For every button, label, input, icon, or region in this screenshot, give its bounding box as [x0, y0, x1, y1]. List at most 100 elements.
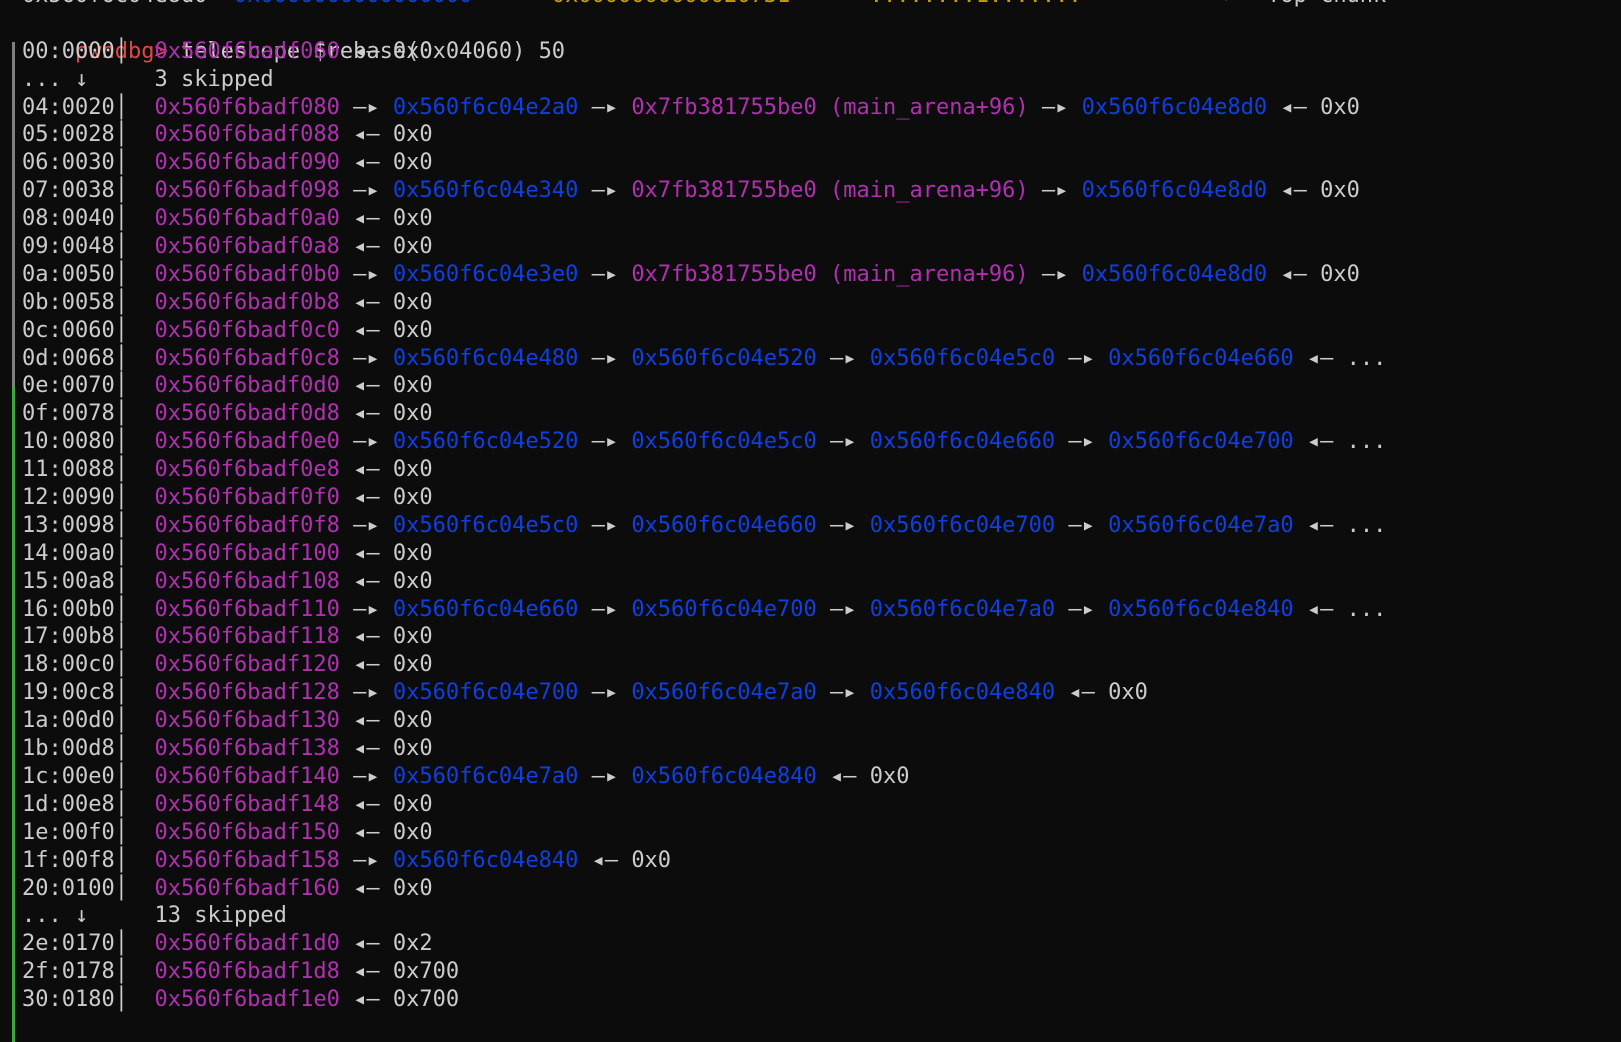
row-separator: │ [114, 150, 128, 176]
row-text: 3 skipped [154, 66, 274, 92]
row-text: 0x0 [392, 150, 433, 176]
row-text: ◂— [339, 568, 393, 594]
row-text: —▸ [339, 512, 393, 538]
row-address: 0x7fb381755be0 (main_arena+96) [631, 178, 1029, 204]
row-address: 0x560f6badf118 [154, 624, 340, 650]
telescope-row: 19:00c8│ 0x560f6badf128 —▸ 0x560f6c04e70… [22, 679, 1621, 707]
row-separator: │ [114, 457, 128, 483]
row-address: 0x560f6c04e840 [1108, 596, 1294, 622]
row-text: —▸ [339, 763, 393, 789]
header-segment [790, 0, 869, 8]
row-separator: │ [114, 234, 128, 260]
row-text: 0x0 [392, 624, 433, 650]
row-text: 0x2 [392, 931, 433, 957]
row-text: 0x0 [392, 540, 433, 566]
row-text: ◂— [339, 959, 393, 985]
row-address: 0x560f6c04e840 [631, 763, 817, 789]
row-separator: │ [114, 875, 128, 901]
row-text: —▸ [1028, 261, 1082, 287]
telescope-row: 05:0028│ 0x560f6badf088 ◂— 0x0 [22, 121, 1621, 149]
telescope-row: 1f:00f8│ 0x560f6badf158 —▸ 0x560f6c04e84… [22, 847, 1621, 875]
row-address: 0x560f6c04e520 [631, 345, 817, 371]
row-text: —▸ [578, 261, 632, 287]
telescope-row: 10:0080│ 0x560f6badf0e0 —▸ 0x560f6c04e52… [22, 428, 1621, 456]
row-offset: 12:0090 [22, 485, 115, 511]
row-text: ◂— [339, 38, 393, 64]
row-separator: │ [114, 345, 128, 371]
row-separator: │ [114, 401, 128, 427]
row-offset: 0a:0050 [22, 261, 115, 287]
row-text: ... [1346, 429, 1387, 455]
row-address: 0x560f6c04e700 [869, 512, 1056, 538]
terminal-output[interactable]: 0x560f6c04e8d0 0x0000000000000000 0x0000… [12, 0, 1621, 1042]
row-offset: 13:0098 [22, 512, 115, 538]
row-address: 0x560f6badf1d8 [154, 959, 340, 985]
row-text: —▸ [816, 345, 870, 371]
row-address: 0x7fb381755be0 (main_arena+96) [631, 94, 1029, 120]
row-text: —▸ [339, 596, 393, 622]
row-offset: 11:0088 [22, 457, 115, 483]
row-text: —▸ [1055, 512, 1109, 538]
row-text: ◂— [339, 485, 393, 511]
telescope-row: 0e:0070│ 0x560f6badf0d0 ◂— 0x0 [22, 372, 1621, 400]
row-separator: │ [114, 763, 128, 789]
row-text: —▸ [578, 178, 632, 204]
telescope-row: 11:0088│ 0x560f6badf0e8 ◂— 0x0 [22, 456, 1621, 484]
row-offset: 0d:0068 [22, 345, 115, 371]
row-text: ◂— [339, 875, 393, 901]
row-text: —▸ [578, 94, 632, 120]
row-offset: 1f:00f8 [22, 847, 115, 873]
row-separator: │ [114, 568, 128, 594]
header-segment: ........1....... [870, 0, 1082, 8]
row-text: 0x0 [1320, 94, 1360, 120]
row-address: 0x560f6badf0f8 [154, 512, 340, 538]
row-text: —▸ [578, 680, 632, 706]
row-address: 0x560f6c04e660 [1108, 345, 1294, 371]
telescope-row: 1b:00d8│ 0x560f6badf138 ◂— 0x0 [22, 735, 1621, 763]
row-address: 0x560f6badf0a8 [154, 234, 340, 260]
row-offset: 17:00b8 [22, 624, 115, 650]
row-address: 0x560f6badf0e0 [154, 429, 340, 455]
row-text: 0x0 [392, 289, 433, 315]
row-offset: 07:0038 [22, 178, 115, 204]
header-segment: 0x0000000000020731 [552, 0, 790, 8]
row-address: 0x560f6c04e2a0 [392, 94, 579, 120]
row-offset: 18:00c0 [22, 652, 115, 678]
telescope-row: 1c:00e0│ 0x560f6badf140 —▸ 0x560f6c04e7a… [22, 763, 1621, 791]
row-address: 0x560f6badf0d0 [154, 373, 340, 399]
row-address: 0x560f6badf1d0 [154, 931, 340, 957]
row-address: 0x560f6badf100 [154, 540, 340, 566]
telescope-row: 15:00a8│ 0x560f6badf108 ◂— 0x0 [22, 568, 1621, 596]
row-address: 0x560f6badf088 [154, 122, 340, 148]
telescope-row: 16:00b0│ 0x560f6badf110 —▸ 0x560f6c04e66… [22, 596, 1621, 624]
row-separator: │ [114, 791, 128, 817]
row-address: 0x560f6badf1e0 [154, 987, 340, 1013]
row-separator: │ [114, 987, 128, 1013]
row-separator: │ [114, 261, 128, 287]
telescope-row: 2f:0178│ 0x560f6badf1d8 ◂— 0x700 [22, 958, 1621, 986]
row-text: ◂— [339, 624, 393, 650]
row-text: —▸ [339, 429, 393, 455]
telescope-row: 1e:00f0│ 0x560f6badf150 ◂— 0x0 [22, 819, 1621, 847]
row-text: 0x0 [392, 736, 433, 762]
row-address: 0x560f6badf138 [154, 736, 340, 762]
row-text: 0x0 [631, 847, 672, 873]
row-address: 0x560f6c04e8d0 [1081, 261, 1268, 287]
pane-left-border-top [12, 42, 15, 387]
row-text: ◂— [1267, 261, 1321, 287]
row-offset: 0b:0058 [22, 289, 115, 315]
row-address: 0x560f6badf150 [154, 819, 340, 845]
telescope-row: 13:0098│ 0x560f6badf0f8 —▸ 0x560f6c04e5c… [22, 512, 1621, 540]
row-text: ◂— [1267, 178, 1321, 204]
row-text: 13 skipped [154, 903, 287, 929]
header-segment: 0x0000000000000000 [234, 0, 472, 8]
row-separator: │ [114, 652, 128, 678]
row-offset: 2e:0170 [22, 931, 115, 957]
row-address: 0x560f6badf140 [154, 763, 340, 789]
row-offset: 1e:00f0 [22, 819, 115, 845]
prompt-line[interactable]: pwndbg> telescope $rebase(0x04060) 50 [22, 10, 1621, 64]
row-separator: │ [114, 819, 128, 845]
row-address: 0x560f6c04e660 [392, 596, 579, 622]
row-address: 0x560f6c04e700 [1108, 429, 1294, 455]
row-text: ◂— [339, 317, 393, 343]
